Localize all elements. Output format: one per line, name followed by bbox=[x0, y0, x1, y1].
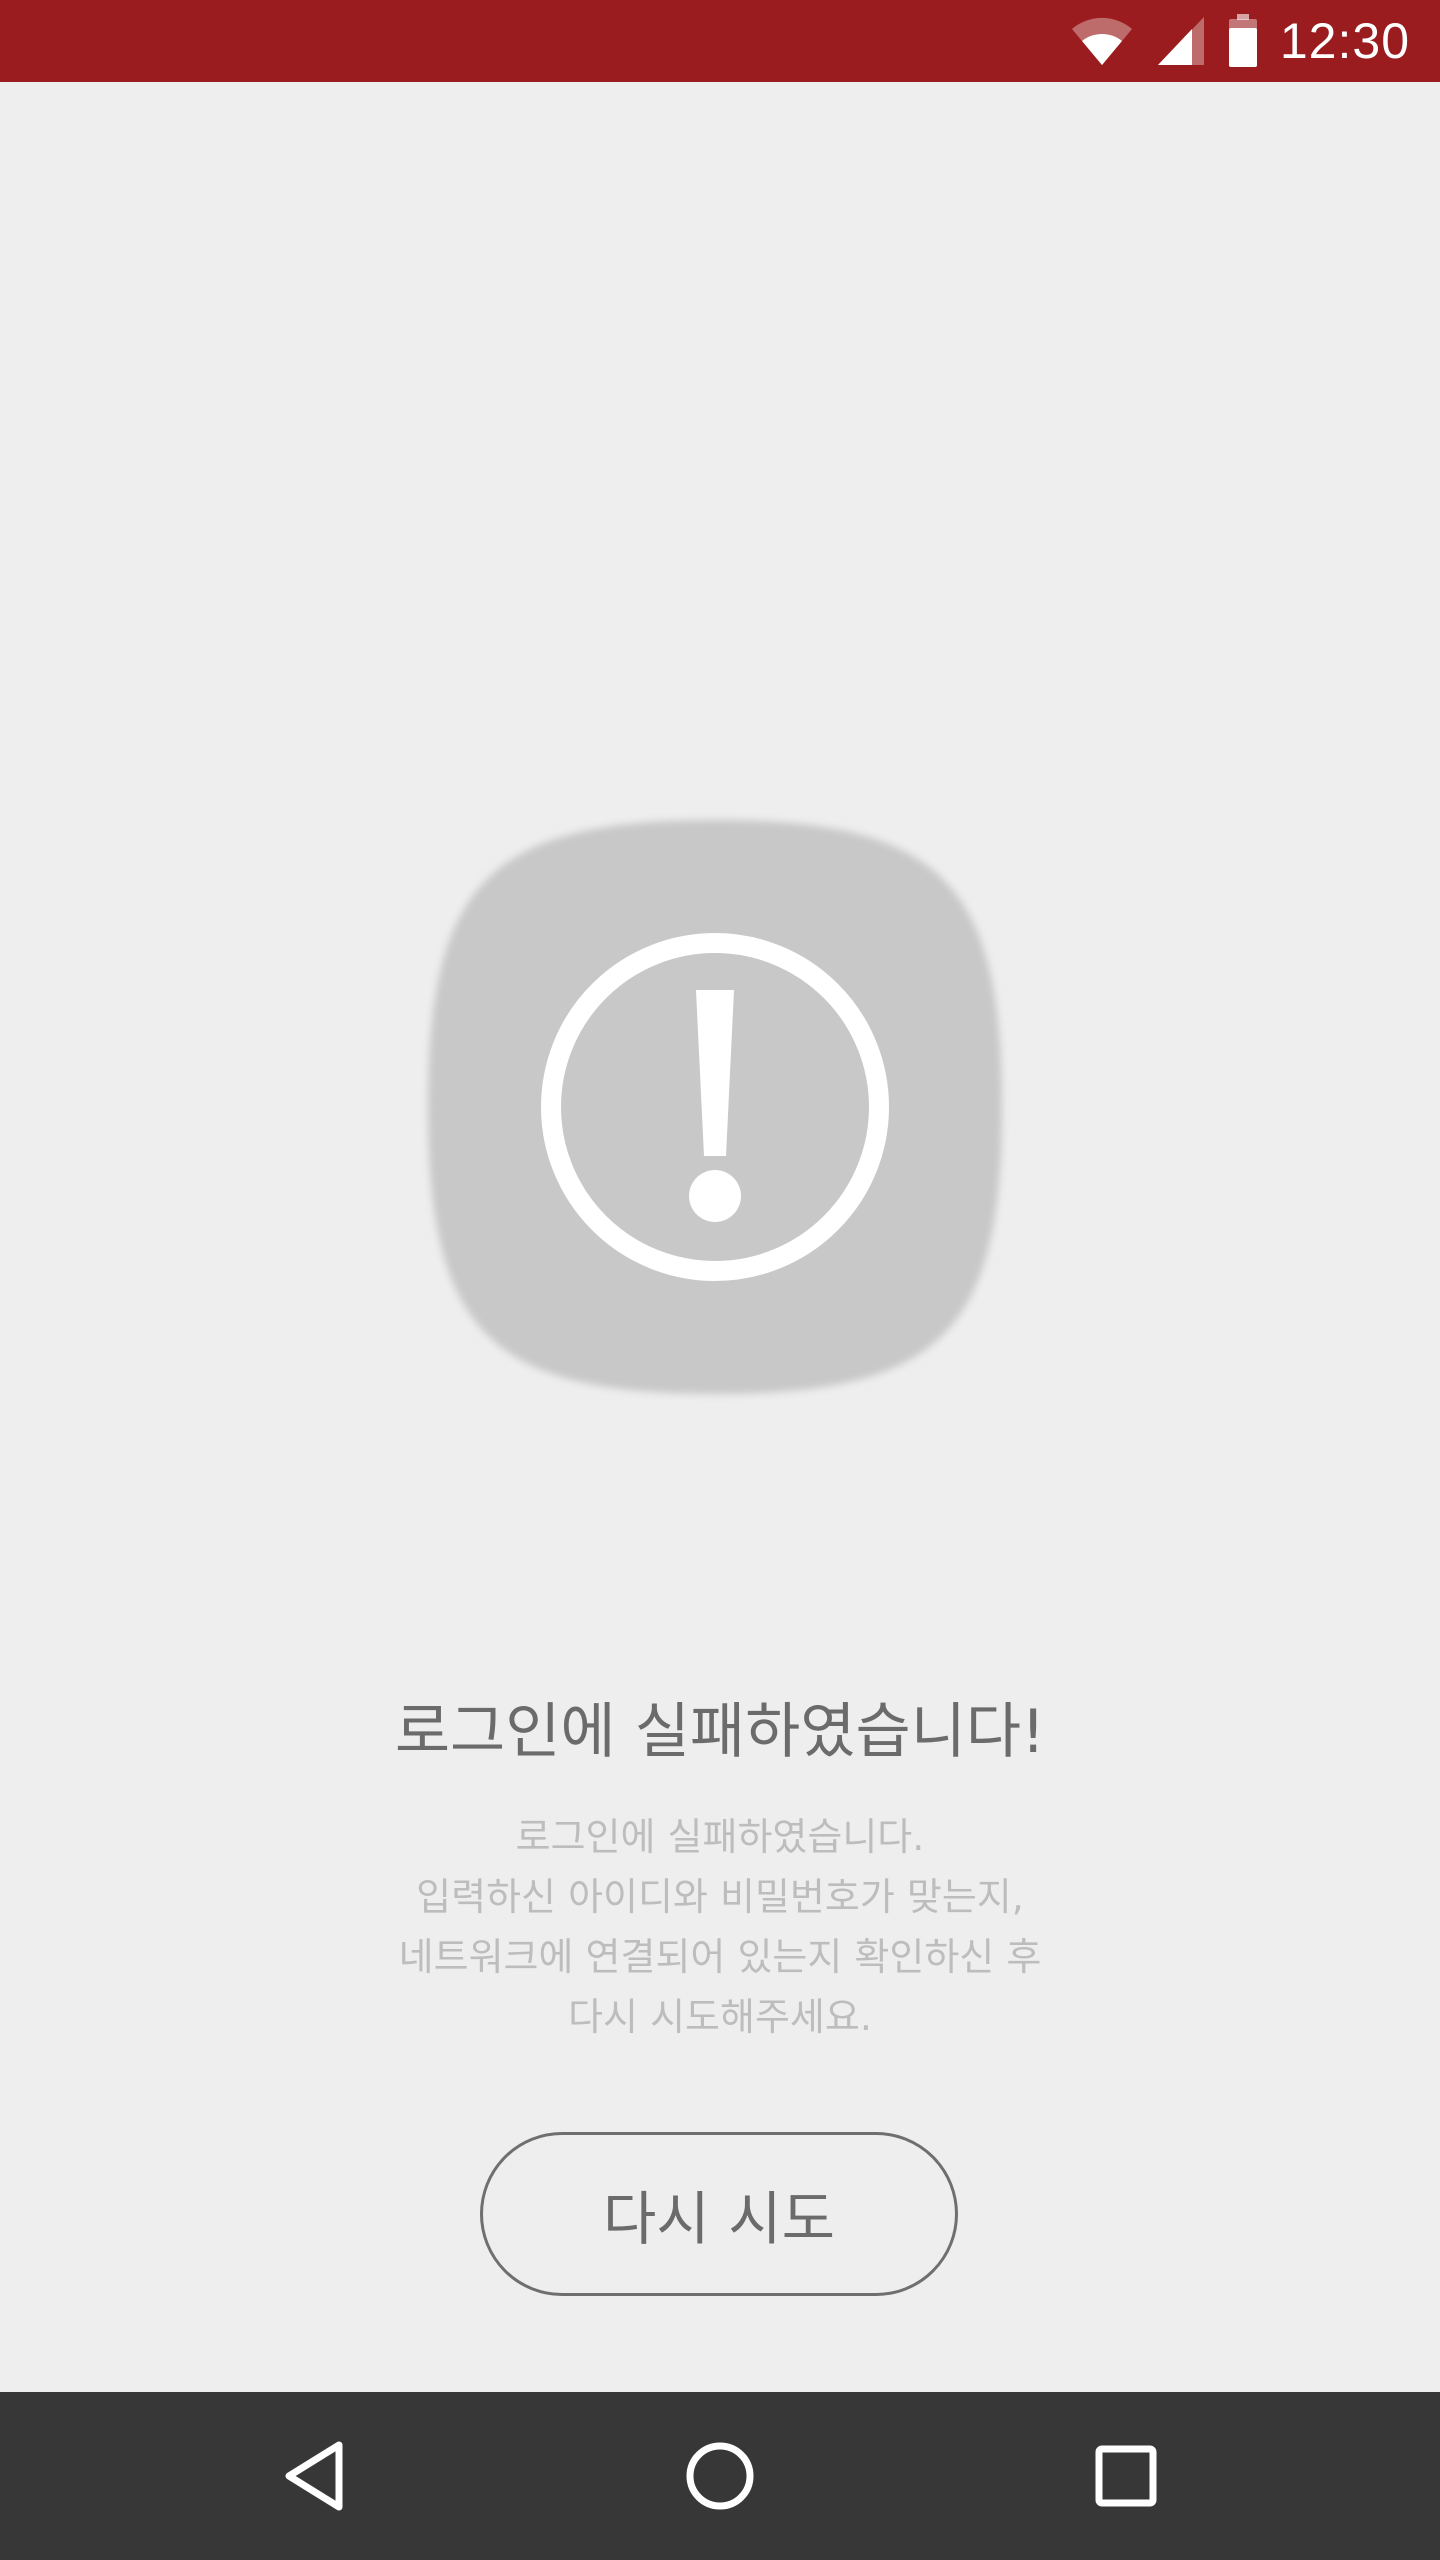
error-message-line: 네트워크에 연결되어 있는지 확인하신 후 bbox=[398, 1935, 1042, 1979]
cellular-signal-icon bbox=[1156, 15, 1206, 67]
recents-icon bbox=[1093, 2443, 1159, 2509]
back-button[interactable] bbox=[236, 2392, 396, 2560]
recents-button[interactable] bbox=[1046, 2392, 1206, 2560]
status-bar: 12:30 bbox=[0, 0, 1440, 82]
home-button[interactable] bbox=[640, 2392, 800, 2560]
error-message-line: 입력하신 아이디와 비밀번호가 맞는지, bbox=[416, 1875, 1024, 1919]
main-content: 로그인에 실패하였습니다! 로그인에 실패하였습니다. 입력하신 아이디와 비밀… bbox=[0, 82, 1440, 2392]
home-icon bbox=[683, 2439, 757, 2513]
error-message-line: 로그인에 실패하였습니다. bbox=[515, 1815, 925, 1859]
error-title: 로그인에 실패하였습니다! bbox=[394, 1697, 1046, 1767]
status-icons: 12:30 bbox=[1070, 0, 1410, 82]
back-icon bbox=[281, 2439, 351, 2513]
wifi-icon bbox=[1070, 15, 1134, 67]
exclamation-circle-icon bbox=[420, 812, 1010, 1402]
battery-icon bbox=[1228, 14, 1258, 68]
error-message: 로그인에 실패하였습니다. 입력하신 아이디와 비밀번호가 맞는지, 네트워크에… bbox=[320, 1807, 1120, 2047]
status-time: 12:30 bbox=[1279, 13, 1410, 69]
navigation-bar bbox=[0, 2392, 1440, 2560]
error-message-line: 다시 시도해주세요. bbox=[568, 1995, 872, 2039]
login-failed-screen: 12:30 로그인에 실패하였습니다! 로그인에 실패하였습니다. 입력하신 아… bbox=[0, 0, 1440, 2560]
retry-button[interactable]: 다시 시도 bbox=[480, 2132, 958, 2296]
